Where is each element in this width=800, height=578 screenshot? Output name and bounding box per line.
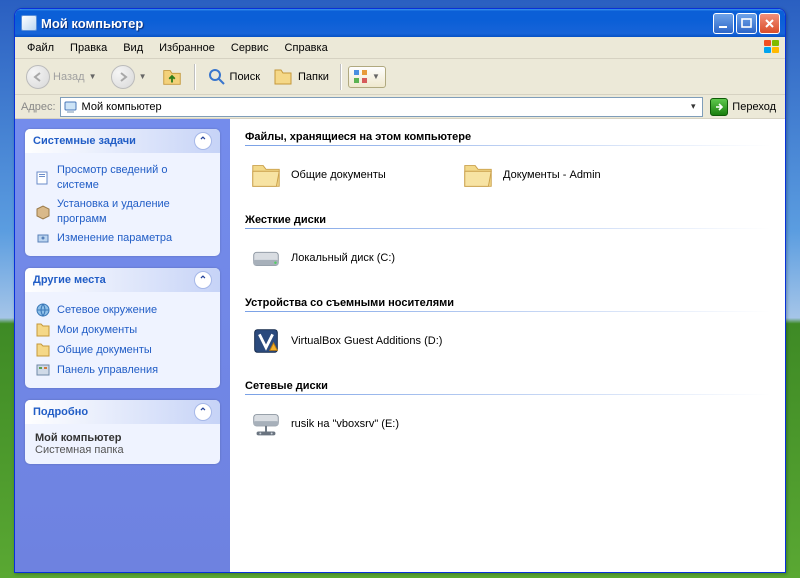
menu-favorites[interactable]: Избранное (151, 40, 223, 56)
search-label: Поиск (230, 71, 260, 83)
task-change-setting[interactable]: Изменение параметра (35, 228, 210, 248)
details-name: Мой компьютер (35, 432, 210, 444)
hdd-icon (249, 241, 283, 275)
back-label: Назад (53, 71, 85, 83)
task-add-remove-programs[interactable]: Установка и удаление программ (35, 195, 210, 229)
category-header: Сетевые диски (245, 380, 771, 397)
search-button[interactable]: Поиск (202, 64, 265, 90)
minimize-button[interactable] (713, 13, 734, 34)
shared-folder-icon (35, 342, 51, 358)
other-places-header[interactable]: Другие места ⌃ (25, 268, 220, 292)
back-dropdown-icon[interactable]: ▼ (88, 72, 98, 81)
menu-file[interactable]: Файл (19, 40, 62, 56)
category-items: rusik на "vboxsrv" (E:) (245, 401, 771, 457)
folder-up-icon (161, 66, 183, 88)
file-item-label: Общие документы (291, 169, 386, 181)
category-header: Файлы, хранящиеся на этом компьютере (245, 131, 771, 148)
folders-button[interactable]: Папки (268, 64, 334, 90)
address-dropdown-icon[interactable]: ▾ (686, 101, 700, 112)
file-item-label: VirtualBox Guest Additions (D:) (291, 335, 442, 347)
system-tasks-title: Системные задачи (33, 135, 136, 147)
file-item-label: rusik на "vboxsrv" (E:) (291, 418, 399, 430)
toolbar-separator (340, 64, 342, 90)
menu-tools[interactable]: Сервис (223, 40, 277, 56)
forward-arrow-icon (111, 65, 135, 89)
category-items: Общие документы Документы - Admin (245, 152, 771, 208)
address-input[interactable]: Мой компьютер ▾ (60, 97, 704, 117)
toolbar-separator (194, 64, 196, 90)
views-button[interactable]: ▼ (348, 66, 386, 88)
file-item[interactable]: rusik на "vboxsrv" (E:) (247, 405, 447, 443)
network-icon (35, 302, 51, 318)
collapse-icon: ⌃ (194, 271, 212, 289)
other-places-panel: Другие места ⌃ Сетевое окружение Мои док… (25, 268, 220, 388)
file-item[interactable]: VirtualBox Guest Additions (D:) (247, 322, 447, 360)
netdrive-icon (249, 407, 283, 441)
window-body: Системные задачи ⌃ Просмотр сведений о с… (15, 119, 785, 572)
my-computer-small-icon (63, 99, 79, 115)
category-header: Жесткие диски (245, 214, 771, 231)
file-item[interactable]: Общие документы (247, 156, 447, 194)
menu-edit[interactable]: Правка (62, 40, 115, 56)
side-pane: Системные задачи ⌃ Просмотр сведений о с… (15, 119, 230, 572)
forward-dropdown-icon[interactable]: ▼ (138, 72, 148, 81)
details-title: Подробно (33, 406, 88, 418)
info-icon (35, 170, 51, 186)
go-arrow-icon (710, 98, 728, 116)
close-button[interactable] (759, 13, 780, 34)
menu-view[interactable]: Вид (115, 40, 151, 56)
titlebar[interactable]: Мой компьютер (15, 9, 785, 37)
collapse-icon: ⌃ (194, 132, 212, 150)
details-panel: Подробно ⌃ Мой компьютер Системная папка (25, 400, 220, 464)
file-item[interactable]: Документы - Admin (459, 156, 659, 194)
vbox-icon (249, 324, 283, 358)
collapse-icon: ⌃ (194, 403, 212, 421)
menubar: Файл Правка Вид Избранное Сервис Справка (15, 37, 785, 59)
go-button[interactable]: Переход (707, 97, 779, 117)
maximize-button[interactable] (736, 13, 757, 34)
explorer-window: Мой компьютер Файл Правка Вид Избранное … (14, 8, 786, 573)
menu-help[interactable]: Справка (277, 40, 336, 56)
views-dropdown-icon[interactable]: ▼ (371, 72, 381, 81)
system-tasks-header[interactable]: Системные задачи ⌃ (25, 129, 220, 153)
my-computer-icon (21, 15, 37, 31)
toolbar: Назад ▼ ▼ Поиск Папки ▼ (15, 59, 785, 95)
forward-button[interactable]: ▼ (106, 62, 153, 92)
place-my-documents[interactable]: Мои документы (35, 320, 210, 340)
details-header[interactable]: Подробно ⌃ (25, 400, 220, 424)
category-header: Устройства со съемными носителями (245, 297, 771, 314)
address-label: Адрес: (21, 101, 56, 113)
views-icon (353, 69, 369, 85)
folder-icon (249, 158, 283, 192)
folder-icon (461, 158, 495, 192)
place-control-panel[interactable]: Панель управления (35, 360, 210, 380)
content-pane: Файлы, хранящиеся на этом компьютере Общи… (230, 119, 785, 572)
up-button[interactable] (156, 63, 188, 91)
file-item-label: Локальный диск (C:) (291, 252, 395, 264)
file-item-label: Документы - Admin (503, 169, 601, 181)
control-panel-icon (35, 362, 51, 378)
address-bar: Адрес: Мой компьютер ▾ Переход (15, 95, 785, 119)
window-title: Мой компьютер (41, 16, 143, 31)
address-value: Мой компьютер (82, 101, 684, 113)
place-shared-documents[interactable]: Общие документы (35, 340, 210, 360)
documents-icon (35, 322, 51, 338)
system-tasks-panel: Системные задачи ⌃ Просмотр сведений о с… (25, 129, 220, 256)
back-button[interactable]: Назад ▼ (21, 62, 103, 92)
folders-label: Папки (298, 71, 329, 83)
box-icon (35, 204, 51, 220)
category-items: Локальный диск (C:) (245, 235, 771, 291)
go-label: Переход (732, 101, 776, 113)
other-places-title: Другие места (33, 274, 106, 286)
settings-icon (35, 230, 51, 246)
task-system-info[interactable]: Просмотр сведений о системе (35, 161, 210, 195)
folders-icon (273, 67, 295, 87)
details-type: Системная папка (35, 444, 210, 456)
search-icon (207, 67, 227, 87)
place-network[interactable]: Сетевое окружение (35, 300, 210, 320)
category-items: VirtualBox Guest Additions (D:) (245, 318, 771, 374)
windows-flag-icon (763, 39, 781, 55)
file-item[interactable]: Локальный диск (C:) (247, 239, 447, 277)
back-arrow-icon (26, 65, 50, 89)
